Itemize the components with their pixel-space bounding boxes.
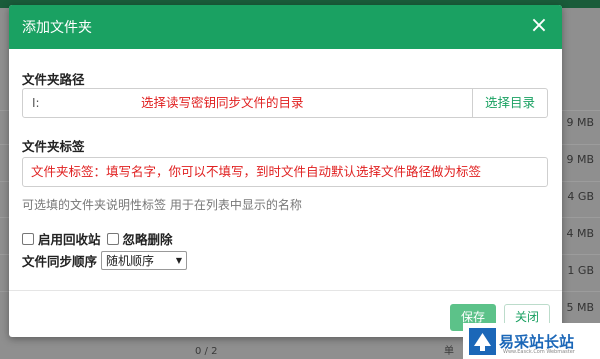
background-size: 1 GB — [567, 264, 594, 277]
dialog-header: 添加文件夹 × — [9, 5, 562, 49]
sync-order-selected: 随机顺序 — [106, 254, 155, 268]
folder-path-group: I: 选择读写密钥同步文件的目录 选择目录 — [22, 88, 548, 118]
folder-path-hint: 选择读写密钥同步文件的目录 — [141, 95, 304, 110]
background-bottom-text: 0 / 2 — [195, 346, 218, 357]
recycle-bin-label: 启用回收站 — [38, 232, 101, 247]
folder-tag-label: 文件夹标签 — [22, 139, 85, 154]
background-size: 9 MB — [566, 116, 594, 129]
browse-directory-button[interactable]: 选择目录 — [472, 89, 547, 117]
ignore-delete-label: 忽略删除 — [122, 232, 173, 247]
folder-tag-help-text: 可选填的文件夹说明性标签 用于在列表中显示的名称 — [22, 198, 302, 212]
background-size: 4 GB — [567, 190, 594, 203]
sync-order-select[interactable]: 随机顺序 ▼ — [101, 251, 188, 270]
dialog-title: 添加文件夹 — [22, 20, 92, 36]
folder-path-label: 文件夹路径 — [22, 72, 85, 87]
footer-divider — [9, 290, 562, 291]
watermark: 易采站长站 Www.Easck.Com Webmaster — [463, 323, 600, 359]
background-size: 4 MB — [566, 227, 594, 240]
close-icon[interactable]: × — [526, 13, 552, 39]
ignore-delete-checkbox[interactable] — [106, 232, 119, 245]
watermark-subtext: Www.Easck.Com Webmaster — [503, 349, 575, 355]
background-bottom-text: 单 — [444, 346, 454, 357]
sync-order-row: 文件同步顺序 随机顺序 ▼ — [22, 251, 188, 270]
add-folder-dialog: 添加文件夹 × 文件夹路径 I: 选择读写密钥同步文件的目录 选择目录 文件夹标… — [9, 5, 562, 337]
folder-tag-input[interactable]: 文件夹标签：填写名字，你可以不填写，到时文件自动默认选择文件路径做为标签 — [22, 157, 548, 187]
dropdown-arrow-icon: ▼ — [175, 256, 183, 265]
recycle-bin-checkbox[interactable] — [22, 232, 34, 245]
sync-order-label: 文件同步顺序 — [22, 254, 98, 269]
options-row: 启用回收站 忽略删除 — [22, 229, 173, 248]
background-size: 9 MB — [566, 153, 594, 166]
background-size: 5 MB — [566, 301, 594, 314]
watermark-logo-icon — [469, 327, 496, 355]
